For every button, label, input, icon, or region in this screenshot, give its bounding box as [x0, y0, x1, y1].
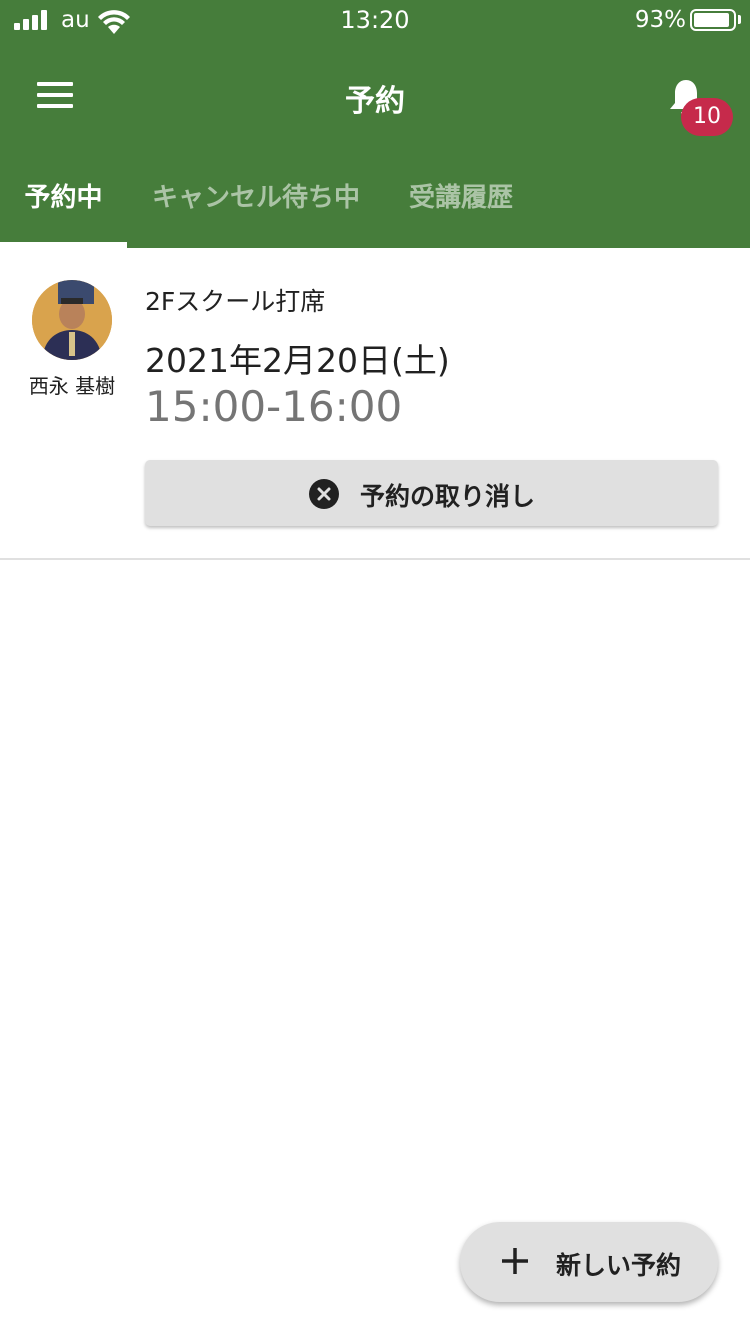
coach-avatar [32, 280, 112, 360]
tab-waitlist[interactable]: キャンセル待ち中 [135, 150, 377, 248]
notification-count-badge: 10 [681, 98, 733, 136]
hamburger-line [37, 93, 73, 97]
new-reservation-label: 新しい予約 [556, 1251, 682, 1280]
tab-reserved[interactable]: 予約中 [0, 150, 127, 248]
lesson-time: 15:00-16:00 [145, 382, 403, 431]
coach-photo [32, 280, 112, 360]
plus-icon [502, 1248, 528, 1274]
hamburger-menu-icon [37, 82, 73, 86]
app-bar: 予約 10 [0, 42, 750, 150]
battery-cap [738, 15, 741, 24]
reservation-screen: au 13:20 93% 予約 10 予約中 キャンセル待ち中 受講履歴 西永 … [0, 0, 750, 1334]
new-reservation-button[interactable]: 新しい予約 [460, 1222, 718, 1302]
cancel-reservation-button[interactable]: 予約の取り消し [145, 460, 718, 526]
hamburger-line [37, 104, 73, 108]
battery-icon [690, 9, 736, 31]
cancel-reservation-label: 予約の取り消し [360, 482, 536, 511]
menu-button[interactable] [22, 68, 88, 124]
battery-level-fill [694, 13, 729, 27]
battery-percent: 93% [634, 7, 686, 33]
status-bar: au 13:20 93% [0, 0, 750, 42]
close-circle-icon [309, 479, 339, 509]
lesson-name: 2Fスクール打席 [145, 287, 326, 316]
coach-name: 西永 基樹 [28, 374, 116, 398]
lesson-date: 2021年2月20日(土) [145, 341, 450, 380]
reservation-card: 西永 基樹 2Fスクール打席 2021年2月20日(土) 15:00-16:00… [0, 248, 750, 560]
page-title: 予約 [345, 84, 405, 119]
tab-history[interactable]: 受講履歴 [390, 150, 532, 248]
tab-bar: 予約中 キャンセル待ち中 受講履歴 [0, 150, 750, 248]
